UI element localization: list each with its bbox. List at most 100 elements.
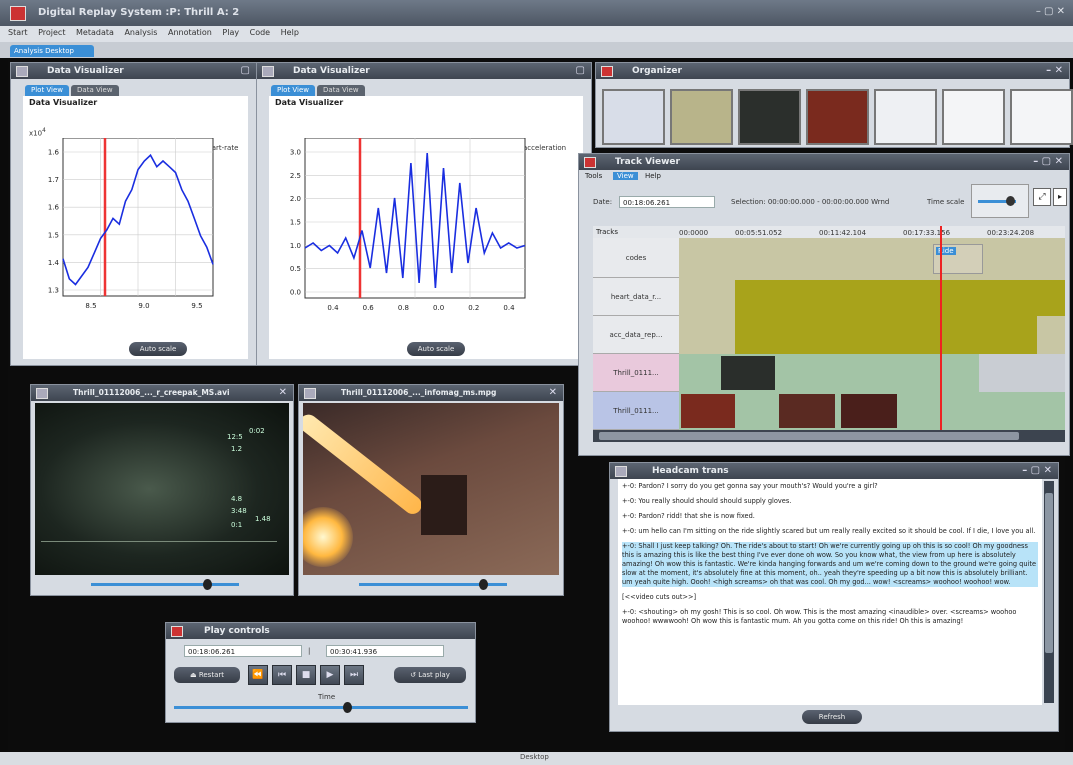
track-video2[interactable] [679, 392, 1065, 430]
status-bar: Desktop [0, 752, 1073, 765]
close-icon[interactable]: ✕ [549, 387, 557, 398]
date-field[interactable]: 00:18:06.261 [619, 196, 715, 208]
headcam-transcript-window: Headcam trans – ▢ ✕ +-0: Pardon? I sorry… [609, 462, 1059, 732]
organizer-header[interactable]: Organizer – ✕ [596, 63, 1069, 79]
dv2-plot-area: Data Visualizer acceleration 3.0 2.5 2.0 1.… [269, 96, 583, 359]
track-label-heart[interactable]: heart_data_r... [593, 278, 679, 316]
close-icon[interactable]: ✕ [279, 387, 287, 398]
thumbnail-6[interactable] [942, 89, 1005, 145]
transcript-para: +-0: um hello can I'm sitting on the rid… [622, 527, 1036, 535]
video2-frame[interactable] [303, 403, 559, 575]
transcript-scrollbar[interactable] [1044, 481, 1054, 703]
dv1-header[interactable]: Data Visualizer ▢ [11, 63, 256, 79]
thumbnail-4[interactable] [806, 89, 869, 145]
thumbnail-7[interactable] [1010, 89, 1073, 145]
stop-icon[interactable]: ■ [296, 665, 316, 685]
tv-menu-tools[interactable]: Tools [585, 172, 602, 180]
maximize-icon[interactable]: ▢ [576, 65, 585, 76]
start-time-field[interactable]: 00:18:06.261 [184, 645, 302, 657]
menu-play[interactable]: Play [222, 28, 239, 37]
headcam-header[interactable]: Headcam trans – ▢ ✕ [610, 463, 1058, 479]
tv-menu-view[interactable]: View [613, 172, 638, 180]
track-video1[interactable] [679, 354, 1065, 392]
tab-plot-view[interactable]: Plot View [25, 85, 70, 96]
thumbnail-1[interactable] [602, 89, 665, 145]
play-controls-header[interactable]: Play controls [166, 623, 475, 639]
menu-annotation[interactable]: Annotation [168, 28, 212, 37]
video2-seek-slider[interactable] [359, 579, 507, 590]
rewind-icon[interactable]: ⏪ [248, 665, 268, 685]
x-tick-label: 0.4 [327, 304, 339, 312]
tab-data-view[interactable]: Data View [317, 85, 365, 96]
track-label-codes[interactable]: codes [593, 238, 679, 278]
last-play-button[interactable]: ↺ Last play [394, 667, 466, 683]
play-icon[interactable]: ▶ [320, 665, 340, 685]
loop-icon: ↺ [410, 671, 419, 679]
thumbnail-2[interactable] [670, 89, 733, 145]
time-slider-thumb[interactable] [343, 702, 353, 713]
zoom-fit-icon[interactable]: ⤢ [1033, 188, 1051, 206]
heart-data-segment[interactable] [735, 280, 1065, 316]
track-label-video1[interactable]: Thrill_0111... [593, 354, 679, 392]
x-tick-label: 0.6 [363, 304, 375, 312]
dv2-header[interactable]: Data Visualizer ▢ [257, 63, 591, 79]
thumbnail-3[interactable] [738, 89, 801, 145]
track-acc-data[interactable] [679, 316, 1065, 354]
close-icon[interactable]: – ▢ ✕ [1033, 156, 1063, 167]
window-icon [615, 466, 627, 477]
track-label-video2[interactable]: Thrill_0111... [593, 392, 679, 430]
close-icon[interactable]: – ✕ [1046, 65, 1063, 76]
tab-analysis-desktop[interactable]: Analysis Desktop [10, 45, 94, 57]
y-tick-label: 1.6 [48, 204, 60, 212]
video1-header[interactable]: Thrill_01112006_..._r_creepak_MS.avi ✕ [31, 385, 293, 401]
video1-title: Thrill_01112006_..._r_creepak_MS.avi [73, 388, 230, 397]
tab-data-view[interactable]: Data View [71, 85, 119, 96]
menu-analysis[interactable]: Analysis [124, 28, 157, 37]
end-time-field[interactable]: 00:30:41.936 [326, 645, 444, 657]
time-slider[interactable] [174, 702, 468, 713]
transcript-text[interactable]: +-0: Pardon? I sorry do you get gonna sa… [618, 479, 1042, 705]
acceleration-chart[interactable]: 3.0 2.5 2.0 1.5 1.0 0.5 0.0 0.4 0.6 0.8 0.0 0.2 0.4 [269, 138, 579, 338]
video2-header[interactable]: Thrill_01112006_..._infomag_ms.mpg ✕ [299, 385, 563, 401]
step-back-icon[interactable]: ⏮ [272, 665, 292, 685]
acc-data-segment[interactable] [735, 316, 1037, 354]
refresh-button[interactable]: Refresh [802, 710, 862, 724]
time-scale-slider[interactable] [971, 184, 1029, 218]
overlay-text: 12:5 [227, 433, 243, 441]
time-tick: 00:11:42.104 [819, 229, 867, 237]
close-icon[interactable]: – ▢ ✕ [1022, 465, 1052, 476]
track-codes[interactable]: Ride [679, 238, 1065, 278]
seek-thumb[interactable] [203, 579, 212, 590]
menu-code[interactable]: Code [250, 28, 270, 37]
auto-scale-button[interactable]: Auto scale [407, 342, 465, 356]
restart-label: Restart [198, 671, 224, 679]
tracks-header: Tracks [593, 226, 679, 238]
thumbnail-5[interactable] [874, 89, 937, 145]
step-forward-icon[interactable]: ⏭ [344, 665, 364, 685]
track-heart-data[interactable] [679, 278, 1065, 316]
track-label-acc[interactable]: acc_data_rep... [593, 316, 679, 354]
tv-menu-help[interactable]: Help [645, 172, 661, 180]
transcript-para: +-0: Pardon? I sorry do you get gonna sa… [622, 482, 878, 490]
x-tick-label: 0.8 [398, 304, 409, 312]
menu-metadata[interactable]: Metadata [76, 28, 114, 37]
menu-start[interactable]: Start [8, 28, 28, 37]
maximize-icon[interactable]: ▢ [241, 65, 250, 76]
heart-rate-chart[interactable]: 1.6 1.7 1.6 1.5 1.4 1.3 8.5 9.0 9.5 [23, 138, 253, 338]
play-controls-window: Play controls 00:18:06.261 | 00:30:41.93… [165, 622, 476, 723]
horizontal-scrollbar[interactable] [593, 430, 1065, 442]
menu-project[interactable]: Project [38, 28, 65, 37]
status-text: Desktop [520, 753, 549, 761]
track-viewer-header[interactable]: Track Viewer – ▢ ✕ [579, 154, 1069, 170]
auto-scale-button[interactable]: Auto scale [129, 342, 187, 356]
menu-help[interactable]: Help [281, 28, 299, 37]
seek-thumb[interactable] [479, 579, 488, 590]
data-visualizer-2: Data Visualizer ▢ Plot View Data View Dat… [256, 62, 592, 366]
playhead-marker[interactable] [940, 226, 942, 430]
restart-button[interactable]: ⏏ Restart [174, 667, 240, 683]
tab-plot-view[interactable]: Plot View [271, 85, 316, 96]
settings-icon[interactable]: ▸ [1053, 188, 1067, 206]
window-controls[interactable]: – ▢ ✕ [1036, 6, 1065, 17]
video1-seek-slider[interactable] [91, 579, 239, 590]
video1-frame[interactable]: 0:02 12:5 1.2 4.8 3:48 0:1 1.48 [35, 403, 289, 575]
